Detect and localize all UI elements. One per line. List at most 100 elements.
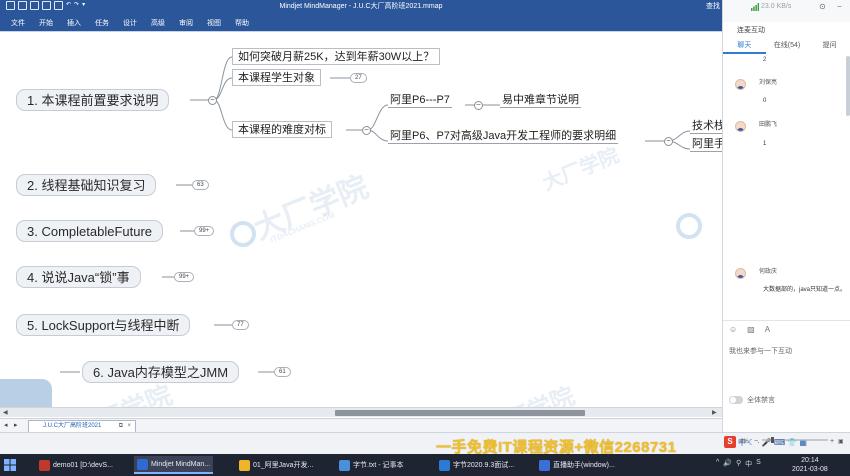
chat-header: 23.0 KB/s ⊙ − [723, 0, 850, 22]
scrollbar-thumb[interactable] [335, 410, 585, 416]
taskbar-item-live[interactable]: 直播助手(window)... [536, 456, 618, 474]
windows-start-icon[interactable] [4, 459, 16, 471]
avatar [735, 268, 746, 279]
taskbar-item-notepad[interactable]: 字节.txt - 记事本 [336, 456, 407, 474]
minimize-icon[interactable]: − [837, 2, 842, 11]
subtopic-salary[interactable]: 如何突破月薪25K，达到年薪30W以上？ [232, 48, 441, 65]
tray-expand-icon[interactable]: ^ [716, 459, 719, 469]
collapse-toggle-leaf[interactable]: − [474, 101, 483, 110]
tab-insert[interactable]: 插入 [60, 12, 88, 34]
collapse-toggle-requirements[interactable]: − [664, 137, 673, 146]
tab-file[interactable]: 文件 [4, 12, 32, 34]
zoom-thumb [771, 437, 774, 443]
tab-home[interactable]: 开始 [32, 12, 60, 34]
mind-map-canvas[interactable]: 大厂学院 大厂学院 大厂学院 大厂学院 ITDACHANG.COM 1. 本课程… [0, 33, 722, 407]
tab-advanced[interactable]: 高级 [144, 12, 172, 34]
ime-indicator[interactable]: 中 [745, 459, 752, 469]
avatar [735, 121, 746, 132]
chat-message-text: 1 [763, 141, 767, 147]
main-topic-1[interactable]: 1. 本课程前置要求说明 [16, 89, 170, 111]
leaf-tech-stack[interactable]: 技术栈 [690, 119, 722, 134]
intellij-icon [39, 459, 50, 471]
leaf-ali-manual[interactable]: 阿里手 [690, 137, 722, 152]
emoji-icon[interactable]: ☺ [729, 325, 737, 334]
window-title: Mindjet MindManager - J.U.C大厂高阶班2021.mma… [279, 3, 443, 10]
signal-icon [751, 3, 759, 11]
leaf-requirements[interactable]: 阿里P6、P7对高级Java开发工程师的要求明细 [388, 129, 619, 144]
close-tab-icon[interactable]: × [127, 421, 131, 431]
subtopic-difficulty[interactable]: 本课程的难度对标 [232, 121, 332, 138]
tab-review[interactable]: 审阅 [172, 12, 200, 34]
mindmanager-icon [137, 458, 148, 470]
tab-task[interactable]: 任务 [88, 12, 116, 34]
main-topic-4[interactable]: 4. 说说Java“锁”事 [16, 266, 141, 288]
ime-s-icon[interactable]: S [756, 459, 761, 469]
chat-scrollbar[interactable] [846, 56, 850, 116]
clock-date: 2021-03-08 [792, 466, 828, 473]
main-topic-6[interactable]: 6. Java内存模型之JMM [82, 361, 240, 383]
main-topic-5[interactable]: 5. LockSupport与线程中断 [16, 314, 191, 336]
main-topic-2[interactable]: 2. 线程基础知识复习 [16, 174, 157, 196]
chat-input[interactable]: 我也来参与一下互动 [729, 346, 792, 356]
network-icon[interactable]: ⚲ [736, 459, 741, 469]
taskbar-item-idea[interactable]: demo01 [D:\devS... [36, 456, 116, 474]
topic-count-badge-6[interactable]: 61 [274, 367, 291, 377]
scroll-right-icon[interactable]: ▶ [712, 409, 717, 416]
chat-username: 何政庆 [759, 269, 778, 275]
topic-count-badge-4[interactable]: 99+ [174, 272, 195, 282]
sogou-logo-icon[interactable]: S [724, 436, 736, 448]
leaf-ali-p6-p7[interactable]: 阿里P6---P7 [388, 93, 452, 108]
notepad-icon [339, 459, 350, 471]
taskbar: demo01 [D:\devS... Mindjet MindMan... 01… [0, 454, 850, 476]
pin-window-icon[interactable]: ⊙ [819, 2, 826, 11]
tab-prev-icon[interactable]: ◂ [4, 421, 8, 429]
taskbar-item-label: 字节.txt - 记事本 [353, 462, 404, 469]
find-button[interactable]: 查找 [706, 1, 720, 11]
topic-count-badge-3[interactable]: 99+ [194, 226, 215, 236]
taskbar-item-interview[interactable]: 字节2020.9.3面试... [436, 456, 517, 474]
chat-message-text: 0 [763, 98, 767, 104]
document-tab[interactable]: J.U.C大厂高阶班2021 ⧉ × [28, 420, 136, 432]
avatar [735, 79, 746, 90]
tab-questions[interactable]: 提问 [808, 40, 850, 54]
tab-online[interactable]: 在线(54) [766, 40, 809, 54]
mute-all-toggle[interactable] [729, 396, 743, 404]
pin-icon[interactable]: ⧉ [119, 421, 123, 431]
scroll-left-icon[interactable]: ◀ [3, 409, 8, 416]
mute-all-row: 全体禁言 [729, 395, 775, 405]
subtopic-count-badge[interactable]: 27 [350, 73, 367, 83]
chat-username: 刘保亮 [759, 80, 778, 86]
collapse-toggle-difficulty[interactable]: − [362, 126, 371, 135]
topic-count-badge-5[interactable]: 77 [232, 320, 249, 330]
clock-time: 20:14 [801, 457, 819, 464]
collapse-toggle-1[interactable]: − [208, 96, 217, 105]
document-icon [239, 459, 250, 471]
central-topic-edge[interactable] [0, 379, 52, 407]
horizontal-scrollbar[interactable]: ◀ ▶ [0, 407, 722, 417]
image-icon[interactable]: ▨ [747, 325, 755, 334]
taskbar-clock[interactable]: 20:14 2021-03-08 [792, 456, 828, 474]
volume-icon[interactable]: 🔊 [723, 459, 732, 469]
document-tab-bar: ◂ ▸ J.U.C大厂高阶班2021 ⧉ × [0, 418, 722, 432]
fit-icon: ▣ [838, 439, 844, 444]
topic-count-badge-2[interactable]: 63 [192, 180, 209, 190]
tab-help[interactable]: 帮助 [228, 12, 256, 34]
tab-design[interactable]: 设计 [116, 12, 144, 34]
network-speed: 23.0 KB/s [761, 3, 792, 10]
main-topic-3[interactable]: 3. CompletableFuture [16, 220, 164, 242]
subtopic-audience[interactable]: 本课程学生对象 [232, 69, 321, 86]
taskbar-item-label: demo01 [D:\devS... [53, 461, 113, 469]
taskbar-item-label: 01_阿里Java开发... [253, 462, 314, 469]
mute-all-label: 全体禁言 [747, 397, 775, 404]
tab-view[interactable]: 视图 [200, 12, 228, 34]
leaf-chapter-difficulty[interactable]: 易中难章节说明 [500, 93, 581, 108]
zoom-slider[interactable]: 4% − + ▣ [740, 436, 846, 444]
font-icon[interactable]: A [765, 325, 770, 334]
live-chat-panel: 23.0 KB/s ⊙ − 连麦互动 聊天 在线(54) 提问 2 刘保亮 0 … [722, 0, 850, 432]
chat-title: 连麦互动 [737, 27, 765, 34]
tab-chat[interactable]: 聊天 [723, 40, 766, 54]
taskbar-item-mindmanager[interactable]: Mindjet MindMan... [134, 456, 214, 474]
live-assistant-icon [539, 459, 550, 471]
taskbar-item-pdf[interactable]: 01_阿里Java开发... [236, 456, 316, 474]
tab-next-icon[interactable]: ▸ [14, 421, 18, 429]
